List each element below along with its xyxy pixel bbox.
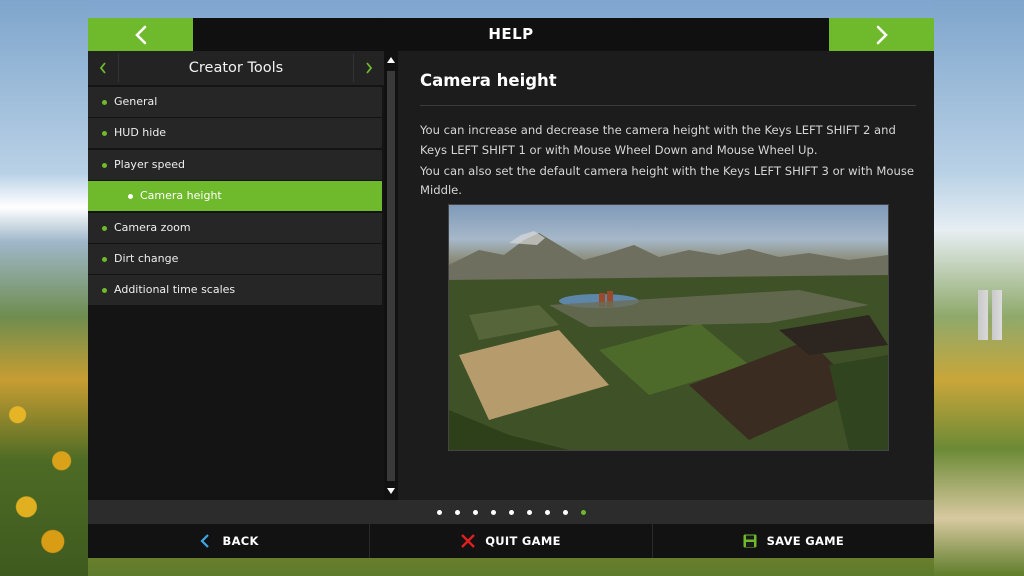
- title-divider: [420, 105, 916, 106]
- topic-item-camera-height[interactable]: Camera height: [88, 181, 382, 212]
- topic-item-hud-hide[interactable]: HUD hide: [88, 118, 382, 149]
- page-dot[interactable]: [454, 509, 460, 515]
- category-title: Creator Tools: [188, 60, 284, 76]
- page-dot[interactable]: [544, 509, 550, 515]
- previous-category-button[interactable]: [88, 54, 119, 82]
- topic-item-additional-time-scales[interactable]: Additional time scales: [88, 275, 382, 306]
- topic-item-camera-zoom[interactable]: Camera zoom: [88, 212, 382, 243]
- topic-list-scrollbar[interactable]: [384, 51, 398, 500]
- page-dot[interactable]: [436, 509, 442, 515]
- floppy-disk-icon: [743, 534, 757, 548]
- page-dot[interactable]: [472, 509, 478, 515]
- background-farmland-left: [0, 0, 88, 576]
- camera-height-preview-image: [448, 204, 889, 451]
- page-dot[interactable]: [526, 509, 532, 515]
- category-selector: Creator Tools: [88, 51, 384, 85]
- close-icon: [461, 534, 476, 548]
- page-dot[interactable]: [508, 509, 514, 515]
- chevron-right-icon: [366, 62, 373, 74]
- next-page-button[interactable]: [829, 18, 934, 51]
- back-button[interactable]: BACK: [88, 524, 371, 558]
- scroll-down-arrow-icon[interactable]: [384, 484, 398, 498]
- footer-bar: BACK QUIT GAME SAVE GAME: [88, 524, 934, 558]
- chevron-left-icon: [199, 534, 209, 548]
- topic-list: General HUD hide Player speed Camera hei…: [88, 87, 382, 307]
- save-game-button-label: SAVE GAME: [766, 534, 845, 548]
- topic-item-dirt-change[interactable]: Dirt change: [88, 243, 382, 274]
- page-dot[interactable]: [562, 509, 568, 515]
- help-content-pane: Camera height You can increase and decre…: [398, 51, 934, 500]
- topic-item-player-speed[interactable]: Player speed: [88, 149, 382, 180]
- page-dot[interactable]: [490, 509, 496, 515]
- page-indicator: [88, 500, 934, 524]
- help-paragraph-2: You can also set the default camera heig…: [420, 163, 915, 198]
- quit-game-button-label: QUIT GAME: [485, 534, 561, 548]
- page-title: HELP: [488, 25, 534, 43]
- back-button-label: BACK: [222, 534, 259, 548]
- scroll-up-arrow-icon[interactable]: [384, 53, 398, 67]
- scroll-thumb[interactable]: [387, 71, 395, 481]
- background-farmland-right: [934, 0, 1024, 576]
- next-category-button[interactable]: [353, 54, 384, 82]
- title-bar: HELP: [88, 18, 934, 51]
- chevron-right-icon: [876, 25, 888, 44]
- save-game-button[interactable]: SAVE GAME: [653, 524, 934, 558]
- previous-page-button[interactable]: [88, 18, 193, 51]
- topic-list-pane: Creator Tools General HUD hide Player sp…: [88, 51, 384, 500]
- chevron-left-icon: [134, 25, 146, 44]
- help-description: You can increase and decrease the camera…: [420, 121, 920, 202]
- page-dot-active[interactable]: [580, 509, 586, 515]
- help-window: HELP Creator Tools General HUD hide Play…: [88, 18, 934, 558]
- chevron-left-icon: [99, 62, 106, 74]
- help-paragraph-1: You can increase and decrease the camera…: [420, 123, 896, 157]
- help-topic-title: Camera height: [420, 71, 557, 90]
- topic-item-general[interactable]: General: [88, 87, 382, 117]
- quit-game-button[interactable]: QUIT GAME: [370, 524, 653, 558]
